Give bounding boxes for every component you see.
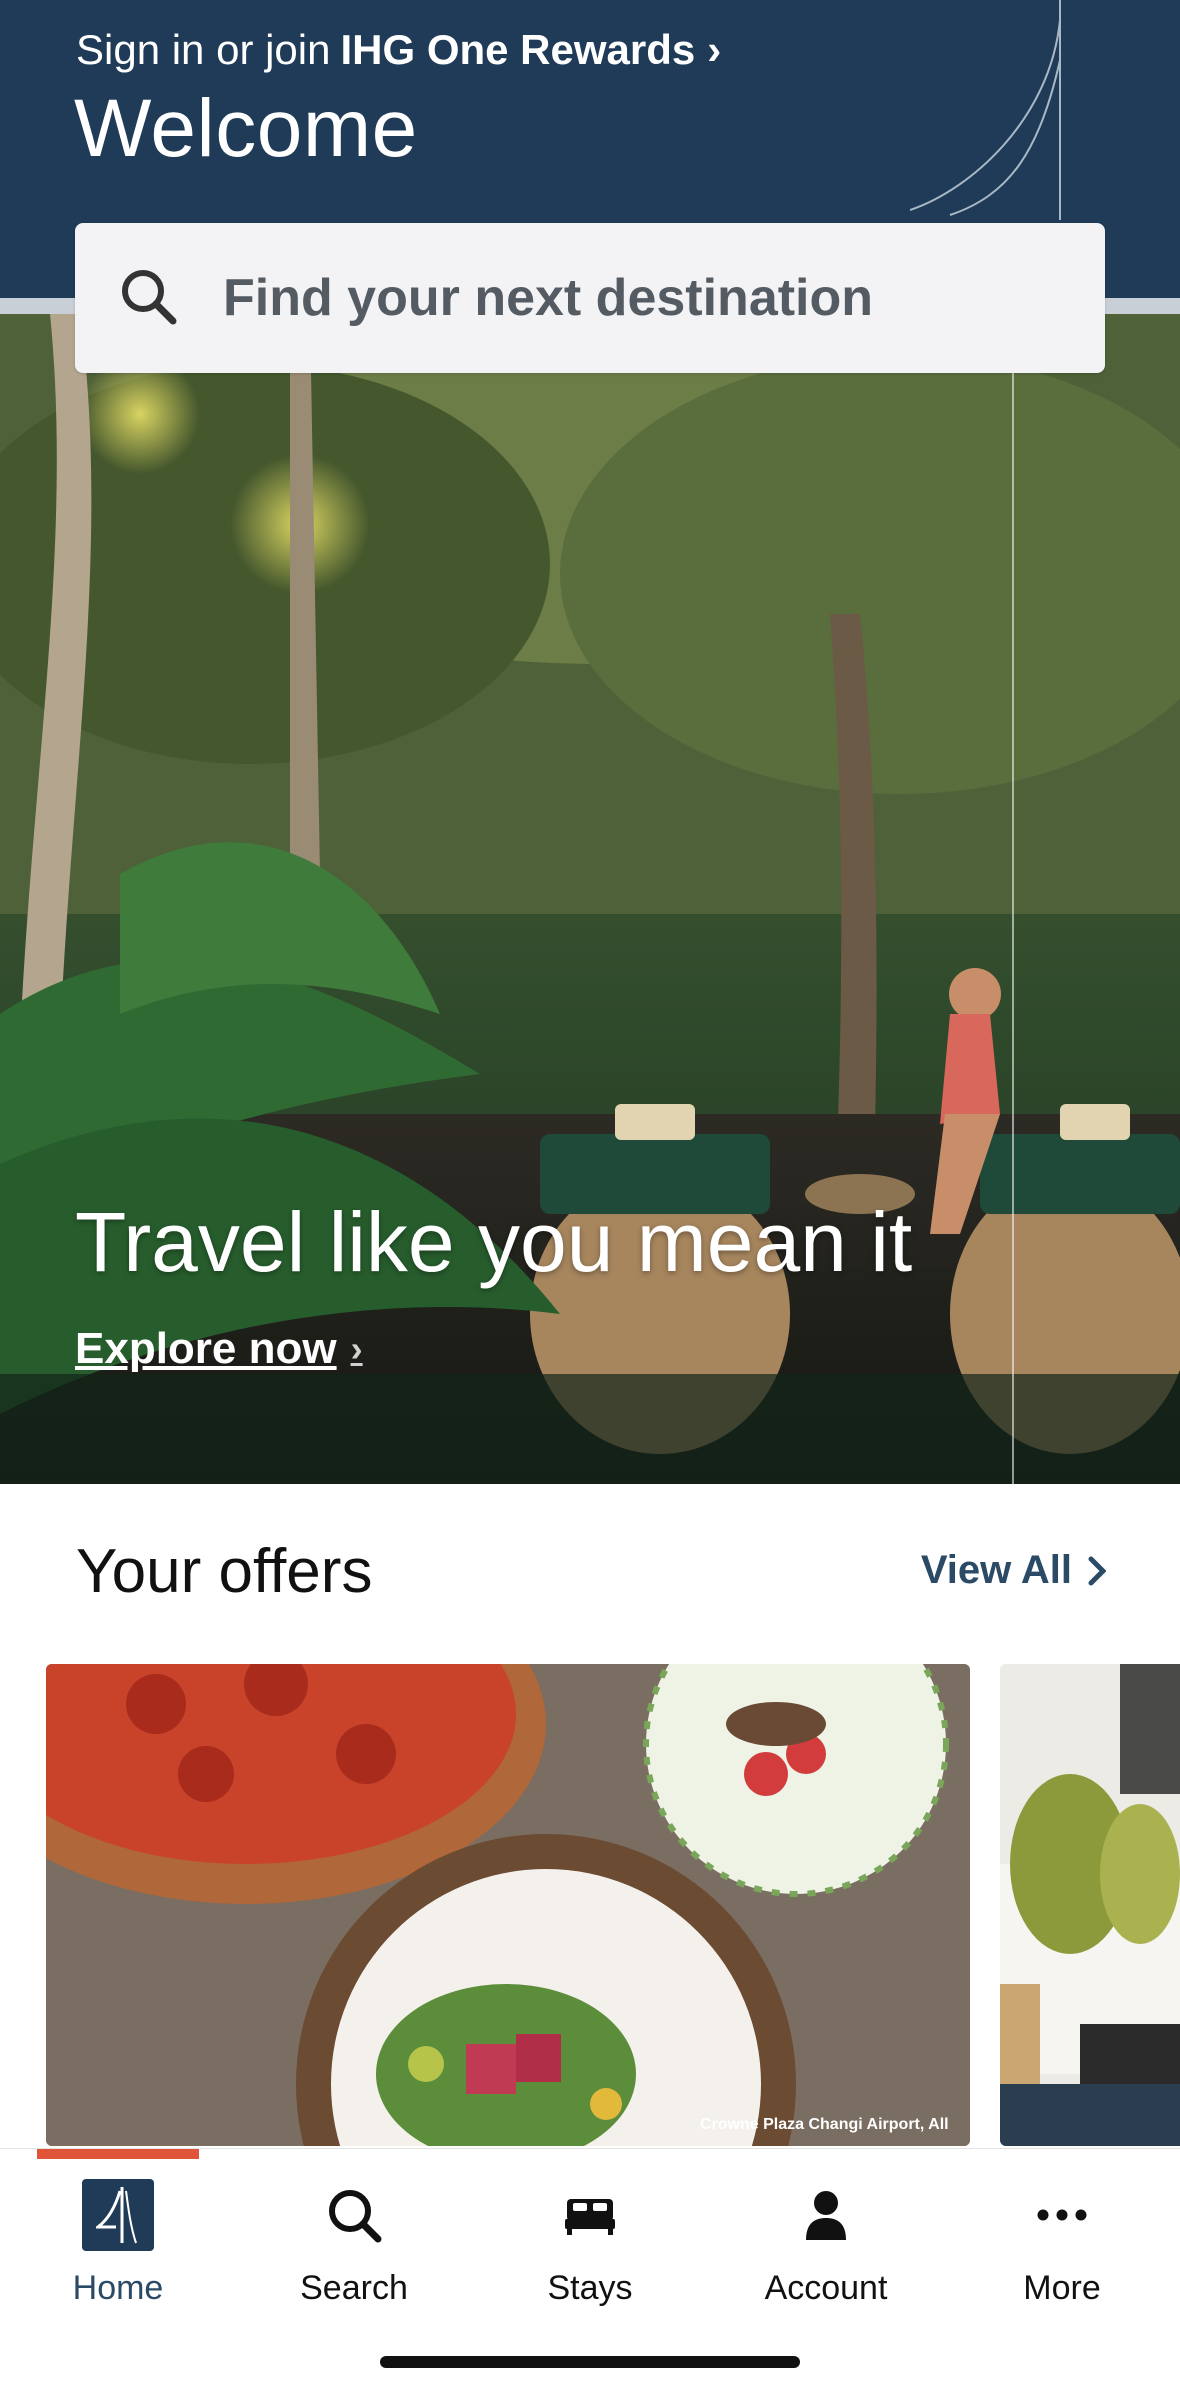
- tab-label: Search: [300, 2269, 408, 2307]
- hero-title: Travel like you mean it: [75, 1195, 913, 1289]
- active-tab-indicator: [37, 2149, 199, 2159]
- explore-now-label: Explore now: [75, 1324, 337, 1373]
- tab-label: Account: [764, 2269, 888, 2307]
- chevron-right-icon: ›: [707, 26, 722, 73]
- search-placeholder: Find your next destination: [223, 269, 874, 327]
- tab-search[interactable]: Search: [236, 2167, 472, 2317]
- chevron-right-icon: [1088, 1556, 1106, 1585]
- view-all-label: View All: [920, 1548, 1072, 1592]
- rewards-brand: IHG One Rewards: [340, 26, 696, 73]
- decorative-line-art: [910, 0, 1061, 220]
- hero-banner[interactable]: Travel like you mean it Explore now ›: [0, 314, 1180, 1484]
- tab-more[interactable]: More: [944, 2167, 1180, 2317]
- more-icon: [1037, 2175, 1087, 2255]
- search-icon: [326, 2175, 382, 2255]
- tab-label: Stays: [547, 2269, 633, 2307]
- offer-image: [1000, 1664, 1180, 2146]
- search-icon: [119, 267, 177, 330]
- tab-stays[interactable]: Stays: [472, 2167, 708, 2317]
- tab-home[interactable]: Home: [0, 2167, 236, 2317]
- page-title: Welcome: [74, 83, 418, 174]
- search-input[interactable]: Find your next destination: [75, 223, 1105, 373]
- bed-icon: [565, 2175, 615, 2255]
- signin-link[interactable]: Sign in or join IHG One Rewards ›: [76, 26, 721, 74]
- offer-photo-credit: Crowne Plaza Changi Airport, All: [700, 2116, 949, 2133]
- ihg-logo-icon: [82, 2179, 154, 2251]
- home-indicator[interactable]: [380, 2356, 800, 2368]
- chevron-right-icon: ›: [350, 1328, 363, 1369]
- hero-image: [0, 314, 1180, 1484]
- view-all-link[interactable]: View All: [921, 1548, 1106, 1593]
- explore-now-link[interactable]: Explore now ›: [75, 1324, 363, 1374]
- offer-image: [46, 1664, 970, 2146]
- offers-section-title: Your offers: [76, 1537, 373, 1606]
- offer-card[interactable]: Crowne Plaza Changi Airport, All: [46, 1664, 970, 2146]
- tab-label: Home: [72, 2269, 164, 2307]
- signin-prefix: Sign in or join: [76, 26, 331, 73]
- tab-account[interactable]: Account: [708, 2167, 944, 2317]
- offer-card[interactable]: [1000, 1664, 1180, 2146]
- decorative-vertical-line: [1012, 314, 1014, 1484]
- person-icon: [804, 2175, 848, 2255]
- tab-label: More: [1023, 2269, 1101, 2307]
